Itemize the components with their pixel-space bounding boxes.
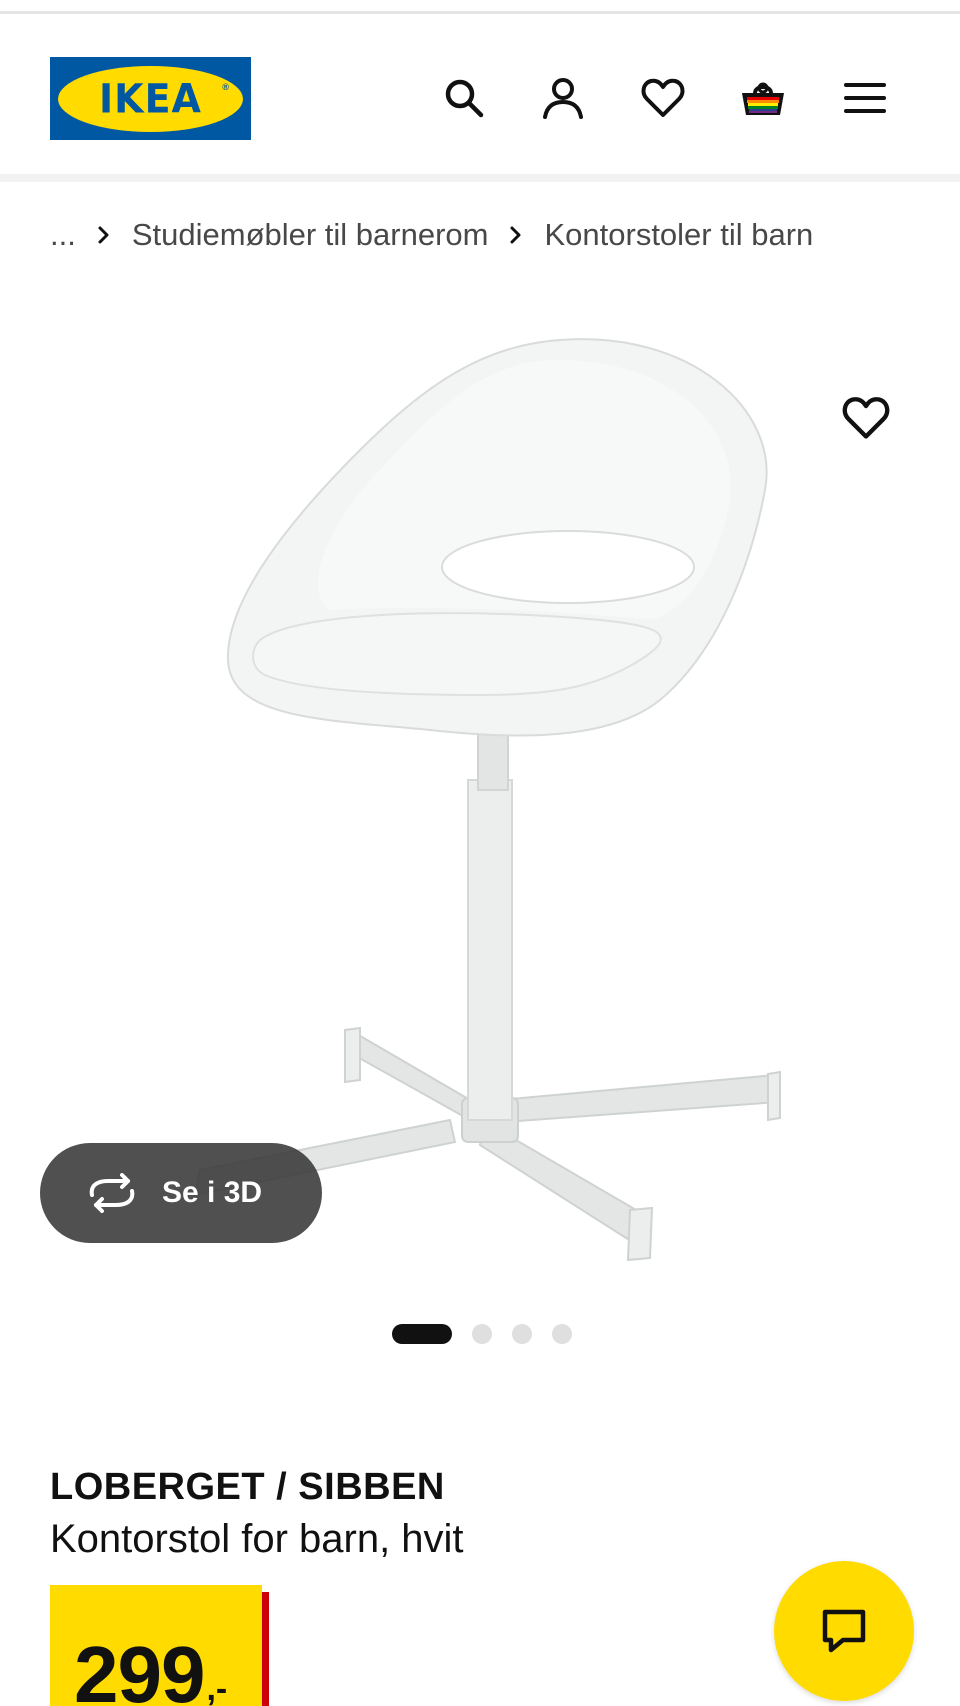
logo-text: IKEA — [99, 75, 202, 122]
menu-icon[interactable] — [839, 72, 891, 124]
view-3d-button[interactable]: Se i 3D — [40, 1143, 322, 1243]
site-header: IKEA ® — [0, 14, 960, 176]
price-integer: 299 — [74, 1630, 205, 1706]
price-tag: 299 ,- — [50, 1585, 262, 1706]
pagination-dot-active[interactable] — [392, 1324, 452, 1344]
breadcrumb-item-office-chairs[interactable]: Kontorstoler til barn — [544, 217, 813, 253]
product-image — [193, 338, 781, 1262]
breadcrumb-ellipsis[interactable]: ... — [50, 217, 76, 253]
add-to-favourites-button[interactable] — [838, 390, 894, 446]
user-icon[interactable] — [537, 72, 589, 124]
price-suffix: ,- — [206, 1670, 228, 1706]
header-divider — [0, 174, 960, 182]
product-image-gallery[interactable] — [0, 290, 960, 1280]
pagination-dot[interactable] — [472, 1324, 492, 1344]
logo-registered-mark: ® — [222, 81, 229, 92]
ikea-logo[interactable]: IKEA ® — [50, 57, 251, 140]
product-name: LOBERGET / SIBBEN — [50, 1466, 445, 1508]
pagination-dot[interactable] — [512, 1324, 532, 1344]
pagination-dot[interactable] — [552, 1324, 572, 1344]
heart-icon[interactable] — [637, 72, 689, 124]
logo-oval: IKEA ® — [58, 65, 243, 132]
product-description: Kontorstol for barn, hvit — [50, 1517, 464, 1561]
chevron-right-icon — [76, 224, 132, 246]
product-page: IKEA ® ... Studiemøbler til barnerom Kon… — [0, 0, 960, 1706]
chat-bubble-icon — [822, 1609, 866, 1653]
chat-button[interactable] — [774, 1561, 914, 1701]
heart-icon — [842, 397, 890, 439]
breadcrumb: ... Studiemøbler til barnerom Kontorstol… — [50, 213, 813, 257]
breadcrumb-item-study-furniture[interactable]: Studiemøbler til barnerom — [132, 217, 489, 253]
image-pagination — [392, 1323, 592, 1345]
rotate-3d-icon — [89, 1173, 135, 1213]
view-3d-label: Se i 3D — [162, 1176, 263, 1209]
basket-icon[interactable] — [737, 72, 789, 124]
chevron-right-icon — [488, 224, 544, 246]
search-icon[interactable] — [438, 72, 490, 124]
